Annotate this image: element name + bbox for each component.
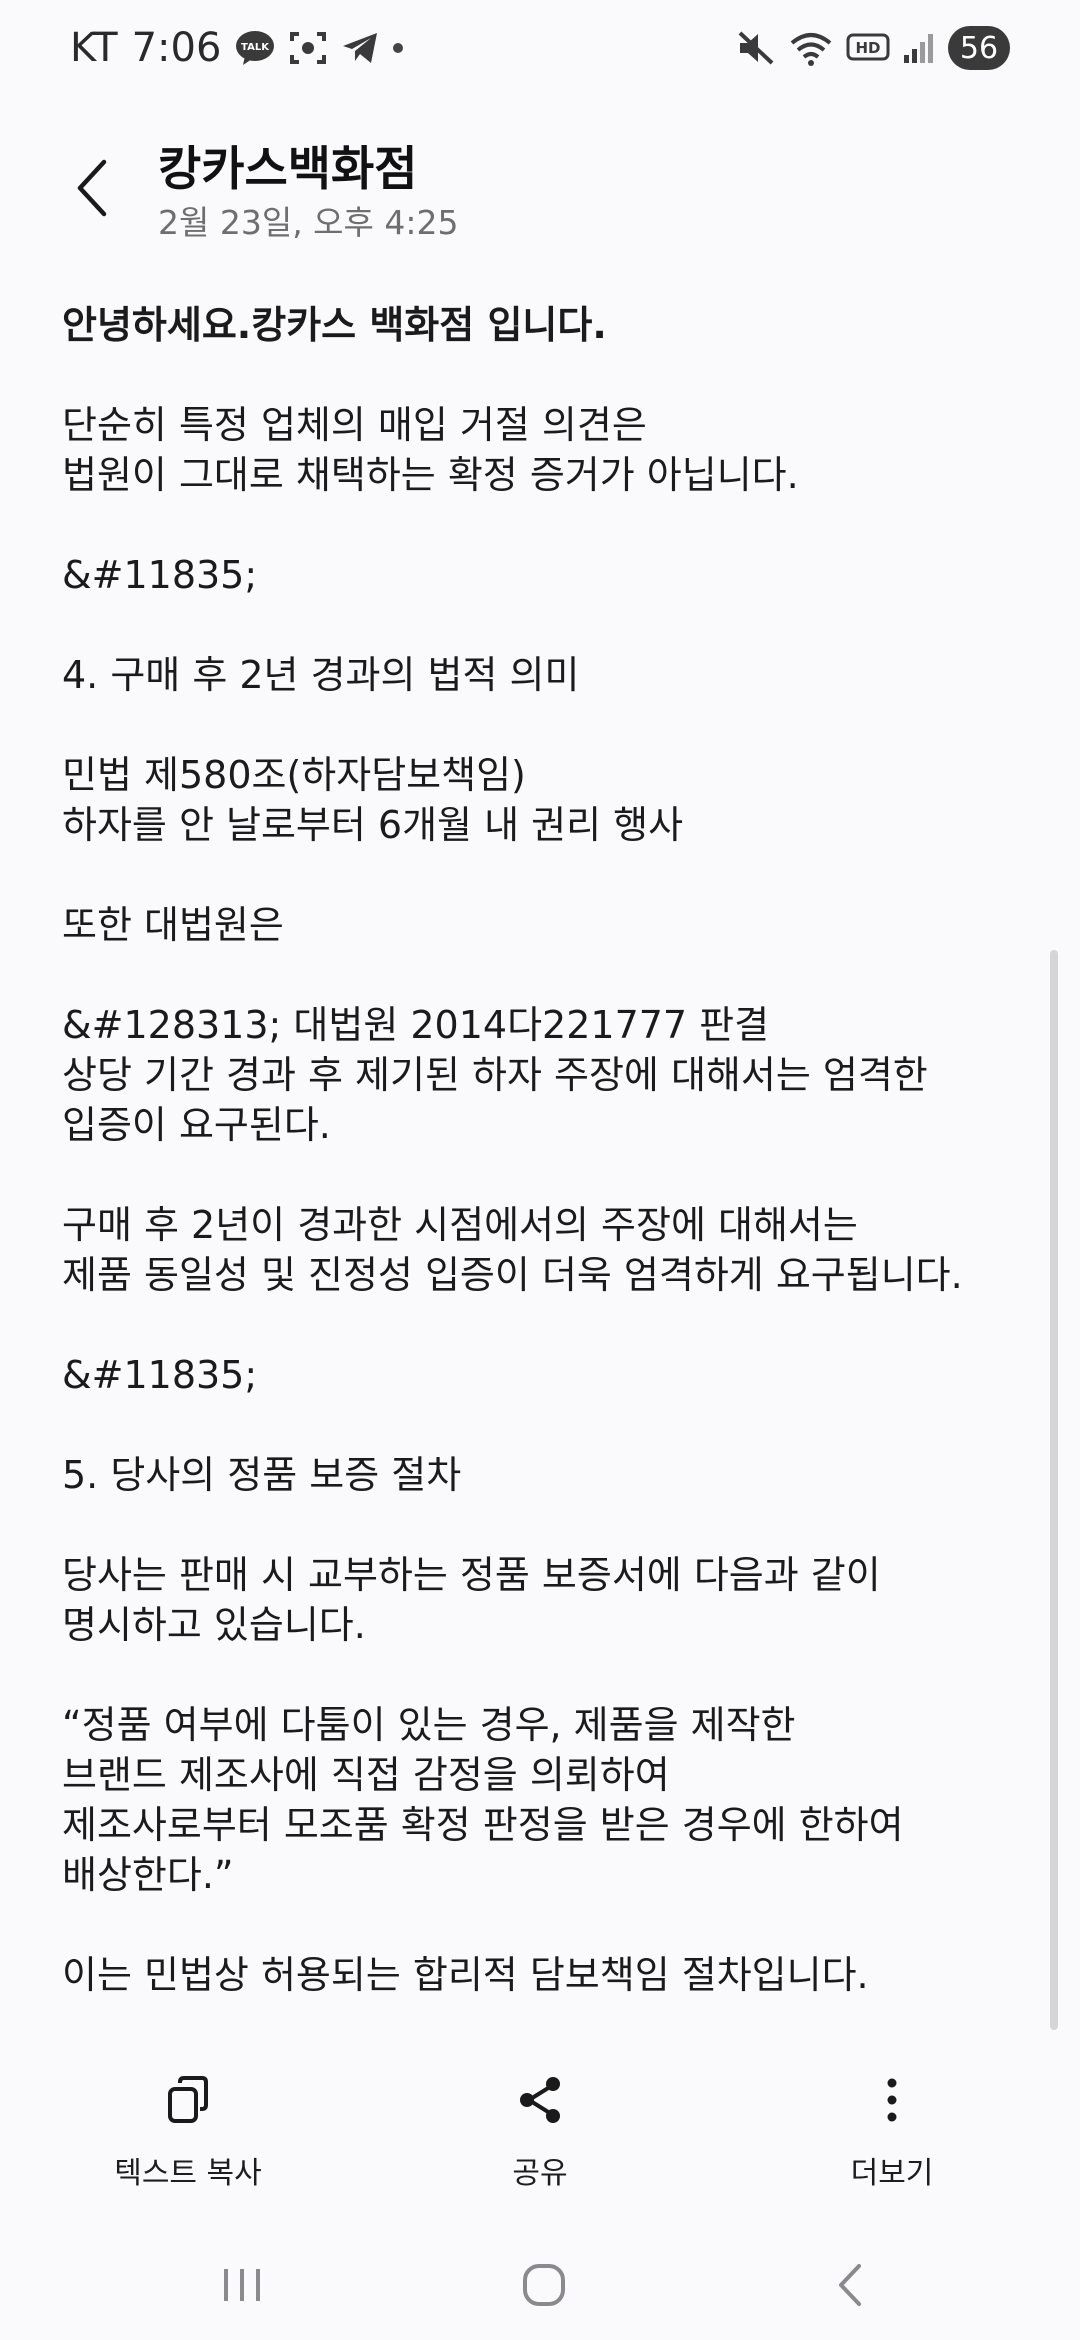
home-button[interactable] <box>484 2250 604 2320</box>
chevron-left-icon <box>77 159 107 217</box>
clock: 7:06 <box>131 25 222 71</box>
message-paragraph: 5. 당사의 정품 보증 절차 <box>62 1453 462 1497</box>
message-paragraph: 민법 제580조(하자담보책임) 하자를 안 날로부터 6개월 내 권리 행사 <box>62 753 684 847</box>
system-nav-bar <box>0 2230 1080 2340</box>
sender-title: 캉카스백화점 <box>158 142 418 197</box>
message-paragraph: 4. 구매 후 2년 경과의 법적 의미 <box>62 653 580 697</box>
kakaotalk-icon: TALK <box>235 30 275 66</box>
back-button[interactable] <box>62 148 122 228</box>
scrollbar[interactable] <box>1050 950 1058 2030</box>
message-paragraph: 단순히 특정 업체의 매입 거절 의견은 법원이 그대로 채택하는 확정 증거가… <box>62 403 799 497</box>
message-body: 안녕하세요.캉카스 백화점 입니다. 단순히 특정 업체의 매입 거절 의견은 … <box>62 300 1022 2050</box>
message-paragraph: 당사는 판매 시 교부하는 정품 보증서에 다음과 같이 명시하고 있습니다. <box>62 1553 881 1647</box>
home-icon <box>523 2264 565 2306</box>
carrier-label: KT <box>70 25 118 71</box>
back-arrow-icon <box>839 2264 861 2306</box>
share-button[interactable]: 공유 <box>420 2060 660 2200</box>
recent-apps-button[interactable] <box>182 2250 302 2320</box>
message-paragraph: &#128313; 대법원 2014다221777 판결 상당 기간 경과 후 … <box>62 1003 928 1147</box>
mute-icon <box>736 29 776 67</box>
wifi-icon <box>788 29 834 67</box>
battery-indicator: 56 <box>948 26 1010 70</box>
message-header: 캉카스백화점 2월 23일, 오후 4:25 <box>0 110 1080 260</box>
status-bar: KT 7:06 TALK HD 56 <box>0 0 1080 96</box>
screenshot-icon <box>289 30 327 66</box>
action-bar: 텍스트 복사 공유 더보기 <box>0 2060 1080 2200</box>
copy-text-button[interactable]: 텍스트 복사 <box>68 2060 308 2200</box>
copy-text-label: 텍스트 복사 <box>114 2156 262 2191</box>
hd-voice-icon: HD <box>846 31 890 65</box>
more-label: 더보기 <box>850 2156 934 2191</box>
share-label: 공유 <box>512 2156 568 2191</box>
message-paragraph: &#11835; <box>62 553 258 597</box>
more-button[interactable]: 더보기 <box>772 2060 1012 2200</box>
message-paragraph: 또한 대법원은 <box>62 903 284 947</box>
recent-apps-icon <box>224 2269 260 2301</box>
copy-icon <box>168 2076 208 2123</box>
hd-badge-text: HD <box>855 39 880 57</box>
telegram-icon <box>341 30 379 66</box>
notification-dot-icon <box>393 43 404 53</box>
message-date: 2월 23일, 오후 4:25 <box>158 203 459 242</box>
message-paragraph: “정품 여부에 다툼이 있는 경우, 제품을 제작한 브랜드 제조사에 직접 감… <box>62 1703 904 1897</box>
system-back-button[interactable] <box>790 2250 910 2320</box>
more-vertical-icon <box>887 2078 897 2122</box>
message-paragraph: &#11835; <box>62 1353 258 1397</box>
talk-badge-text: TALK <box>241 42 270 53</box>
share-icon <box>520 2077 560 2123</box>
message-paragraph: 이는 민법상 허용되는 합리적 담보책임 절차입니다. <box>62 1953 869 1997</box>
message-paragraph: 안녕하세요.캉카스 백화점 입니다. <box>62 303 607 347</box>
signal-icon <box>902 31 936 65</box>
message-paragraph: 구매 후 2년이 경과한 시점에서의 주장에 대해서는 제품 동일성 및 진정성… <box>62 1203 963 1297</box>
